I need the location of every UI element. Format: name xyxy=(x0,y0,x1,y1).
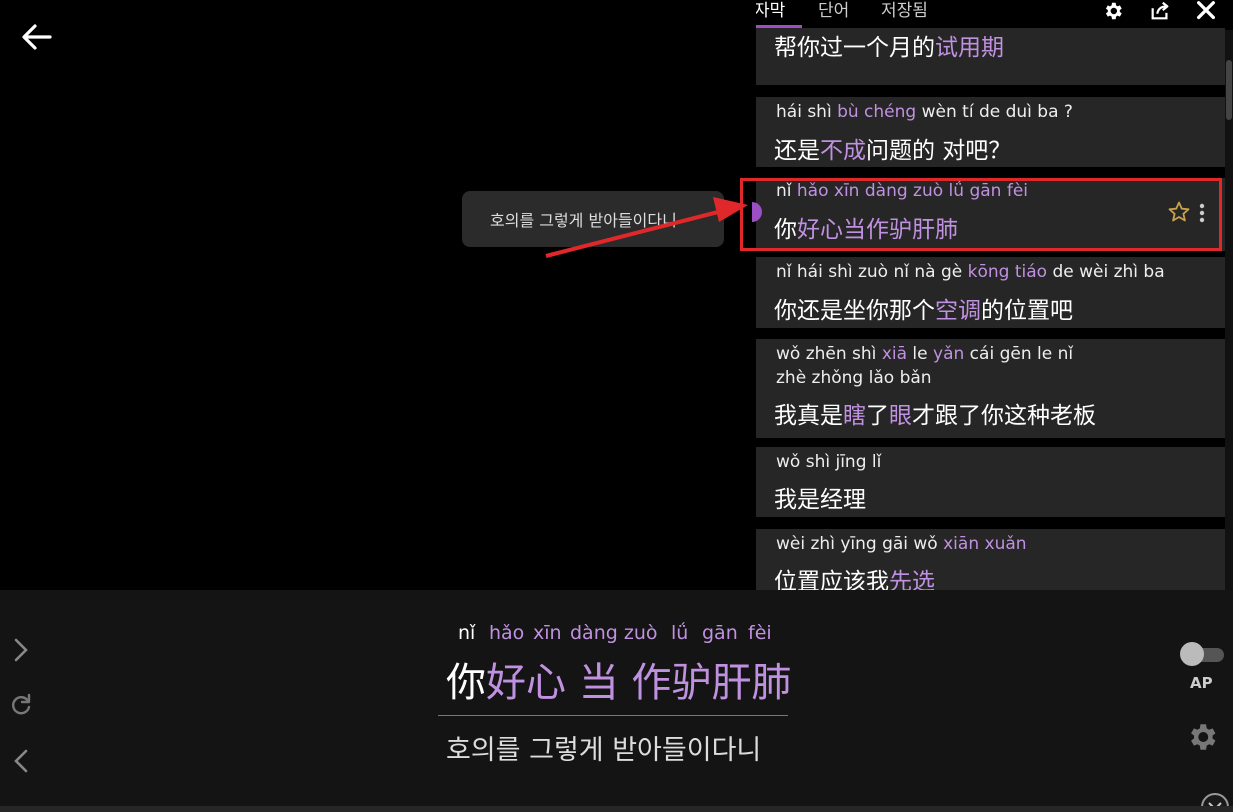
current-translation: 호의를 그렇게 받아들이다니 xyxy=(446,735,762,766)
player-subtitle-bar: nǐ hǎo xīn dàng zuò lǘ gān fèi 你好心 当 作驴肝肺 호의를 … xyxy=(0,590,1233,812)
word[interactable]: 的位置吧 xyxy=(981,298,1073,324)
subtitle-pinyin: wǒ zhēn shì xiā le yǎn cái gēn le nǐ xyxy=(776,344,1073,364)
word[interactable]: nǐ hái shì zuò nǐ nà gè xyxy=(776,262,968,282)
word[interactable]: wǒ zhēn shì xyxy=(776,344,882,364)
highlighted-word[interactable]: 瞎 xyxy=(843,403,866,429)
close-icon[interactable] xyxy=(1195,0,1217,22)
word[interactable]: 你还是坐你那个 xyxy=(774,298,935,324)
word[interactable]: wèi zhì yīng gāi wǒ xyxy=(776,534,943,554)
subtitle-hanzi: 帮你过一个月的试用期 xyxy=(774,28,1004,62)
subtitle-pinyin: nǐ hǎo xīn dàng zuò lǘ gān fèi xyxy=(776,181,1028,201)
current-pinyin-syllable: nǐ xyxy=(458,622,476,644)
word[interactable]: hái shì xyxy=(776,102,837,122)
subtitle-hanzi: 位置应该我先选 xyxy=(774,562,935,590)
chevron-right-icon[interactable] xyxy=(8,637,34,663)
tooltip-text: 호의를 그렇게 받아들이다니 xyxy=(490,211,677,230)
highlighted-word[interactable]: xiān xuǎn xyxy=(943,534,1026,554)
translation-tooltip: 호의를 그렇게 받아들이다니 xyxy=(462,191,724,247)
auto-pause-label: AP xyxy=(1190,674,1213,692)
chevron-left-icon[interactable] xyxy=(8,748,34,774)
subtitle-hanzi: 你还是坐你那个空调的位置吧 xyxy=(774,291,1073,325)
word[interactable]: de wèi zhì ba xyxy=(1047,262,1164,282)
scrollbar[interactable] xyxy=(1225,30,1233,590)
current-hanzi-word[interactable]: 好心 xyxy=(486,660,566,706)
subtitle-item[interactable]: hái shì bù chéng wèn tí de duì ba ? 还是不成问… xyxy=(756,97,1225,167)
subtitle-panel: bāng nǐ guò yí gè yuè de shì yòng qī帮你过一… xyxy=(756,0,1233,590)
subtitle-item[interactable]: nǐ hǎo xīn dàng zuò lǘ gān fèi 你好心当作驴肝肺 xyxy=(756,178,1225,251)
subtitle-hanzi: 你好心当作驴肝肺 xyxy=(774,210,958,244)
word[interactable]: 了 xyxy=(866,403,889,429)
repeat-icon[interactable] xyxy=(8,692,34,718)
word[interactable]: 问题的 对吧？ xyxy=(866,138,1011,164)
highlighted-word[interactable]: 眼 xyxy=(889,403,912,429)
word[interactable]: 才跟了你这种老板 xyxy=(912,403,1096,429)
tab-subtitles[interactable]: 자막 xyxy=(756,0,785,28)
word[interactable]: wǒ shì jīng lǐ xyxy=(776,452,881,472)
subtitle-item[interactable]: wǒ zhēn shì xiā le yǎn cái gēn le nǐ zhè … xyxy=(756,339,1225,438)
word[interactable]: wèn tí de duì ba ? xyxy=(916,102,1073,122)
subtitle-pinyin: hái shì bù chéng wèn tí de duì ba ? xyxy=(776,102,1073,122)
settings-gear-icon[interactable] xyxy=(1185,720,1219,754)
toggle-knob xyxy=(1180,642,1204,666)
more-options-icon[interactable] xyxy=(1196,202,1208,224)
word[interactable]: 你 xyxy=(774,217,797,243)
auto-pause-toggle[interactable] xyxy=(1180,642,1224,666)
active-tab-indicator xyxy=(756,25,802,28)
word[interactable]: le xyxy=(907,344,933,364)
current-pinyin-syllable: gān xyxy=(702,622,738,644)
current-pinyin-syllable: fèi xyxy=(748,622,772,644)
gear-icon[interactable] xyxy=(1102,0,1124,22)
seek-strip[interactable] xyxy=(0,806,1233,812)
subtitle-pinyin: nǐ hái shì zuò nǐ nà gè kōng tiáo de wèi… xyxy=(776,262,1165,282)
highlighted-word[interactable]: xiā xyxy=(882,344,907,364)
current-pinyin-syllable: dàng zuò xyxy=(570,622,658,644)
subtitle-item[interactable]: wèi zhì yīng gāi wǒ xiān xuǎn 位置应该我先选 xyxy=(756,529,1225,590)
tab-saved[interactable]: 저장됨 xyxy=(881,0,928,28)
subtitle-hanzi: 还是不成问题的 对吧？ xyxy=(774,131,1011,165)
highlighted-word[interactable]: kōng tiáo xyxy=(968,262,1047,282)
highlighted-word[interactable]: 试用期 xyxy=(935,35,1004,61)
highlighted-word[interactable]: 不成 xyxy=(820,138,866,164)
subtitle-pinyin: wèi zhì yīng gāi wǒ xiān xuǎn xyxy=(776,534,1027,554)
highlighted-word[interactable]: hǎo xīn dàng zuò lǘ gān fèi xyxy=(797,181,1028,201)
current-hanzi-word[interactable]: 作 xyxy=(619,660,671,706)
playing-indicator-icon xyxy=(752,202,762,222)
star-icon[interactable] xyxy=(1167,200,1191,224)
subtitle-pinyin-line2: zhè zhǒng lǎo bǎn xyxy=(776,368,932,388)
highlighted-word[interactable]: bù chéng xyxy=(837,102,916,122)
subtitle-hanzi: 我真是瞎了眼才跟了你这种老板 xyxy=(774,396,1096,430)
subtitle-divider xyxy=(438,715,788,716)
tab-words[interactable]: 단어 xyxy=(818,0,849,28)
subtitle-hanzi: 我是经理 xyxy=(774,480,866,514)
subtitle-item[interactable]: nǐ hái shì zuò nǐ nà gè kōng tiáo de wèi… xyxy=(756,257,1225,328)
panel-tabs: 자막 단어 저장됨 xyxy=(756,0,1233,28)
word[interactable]: 我真是 xyxy=(774,403,843,429)
current-pinyin-syllable: lǘ xyxy=(671,622,689,644)
highlighted-word[interactable]: 好心当作驴肝肺 xyxy=(797,217,958,243)
word[interactable]: 还是 xyxy=(774,138,820,164)
scrollbar-thumb[interactable] xyxy=(1226,60,1232,120)
highlighted-word[interactable]: yǎn xyxy=(933,344,964,364)
subtitle-item[interactable]: wǒ shì jīng lǐ 我是经理 xyxy=(756,447,1225,517)
highlighted-word[interactable]: 先选 xyxy=(889,569,935,590)
back-arrow-icon[interactable] xyxy=(20,22,52,52)
current-hanzi-word[interactable]: 驴 xyxy=(671,660,711,706)
word[interactable]: 帮你过一个月的 xyxy=(774,35,935,61)
subtitle-pinyin: wǒ shì jīng lǐ xyxy=(776,452,881,472)
current-hanzi-word[interactable]: 肝肺 xyxy=(711,660,791,706)
current-pinyin-syllable: hǎo xyxy=(489,622,525,644)
current-pinyin-syllable: xīn xyxy=(533,622,562,644)
current-hanzi-word[interactable]: 你 xyxy=(446,660,486,706)
share-icon[interactable] xyxy=(1149,0,1171,22)
current-hanzi-word[interactable]: 当 xyxy=(566,660,619,706)
word[interactable]: nǐ xyxy=(776,181,797,201)
current-hanzi[interactable]: 你好心 当 作驴肝肺 xyxy=(446,650,791,708)
word[interactable]: 我是经理 xyxy=(774,487,866,513)
word[interactable]: cái gēn le nǐ xyxy=(964,344,1073,364)
word[interactable]: 位置应该我 xyxy=(774,569,889,590)
highlighted-word[interactable]: 空调 xyxy=(935,298,981,324)
